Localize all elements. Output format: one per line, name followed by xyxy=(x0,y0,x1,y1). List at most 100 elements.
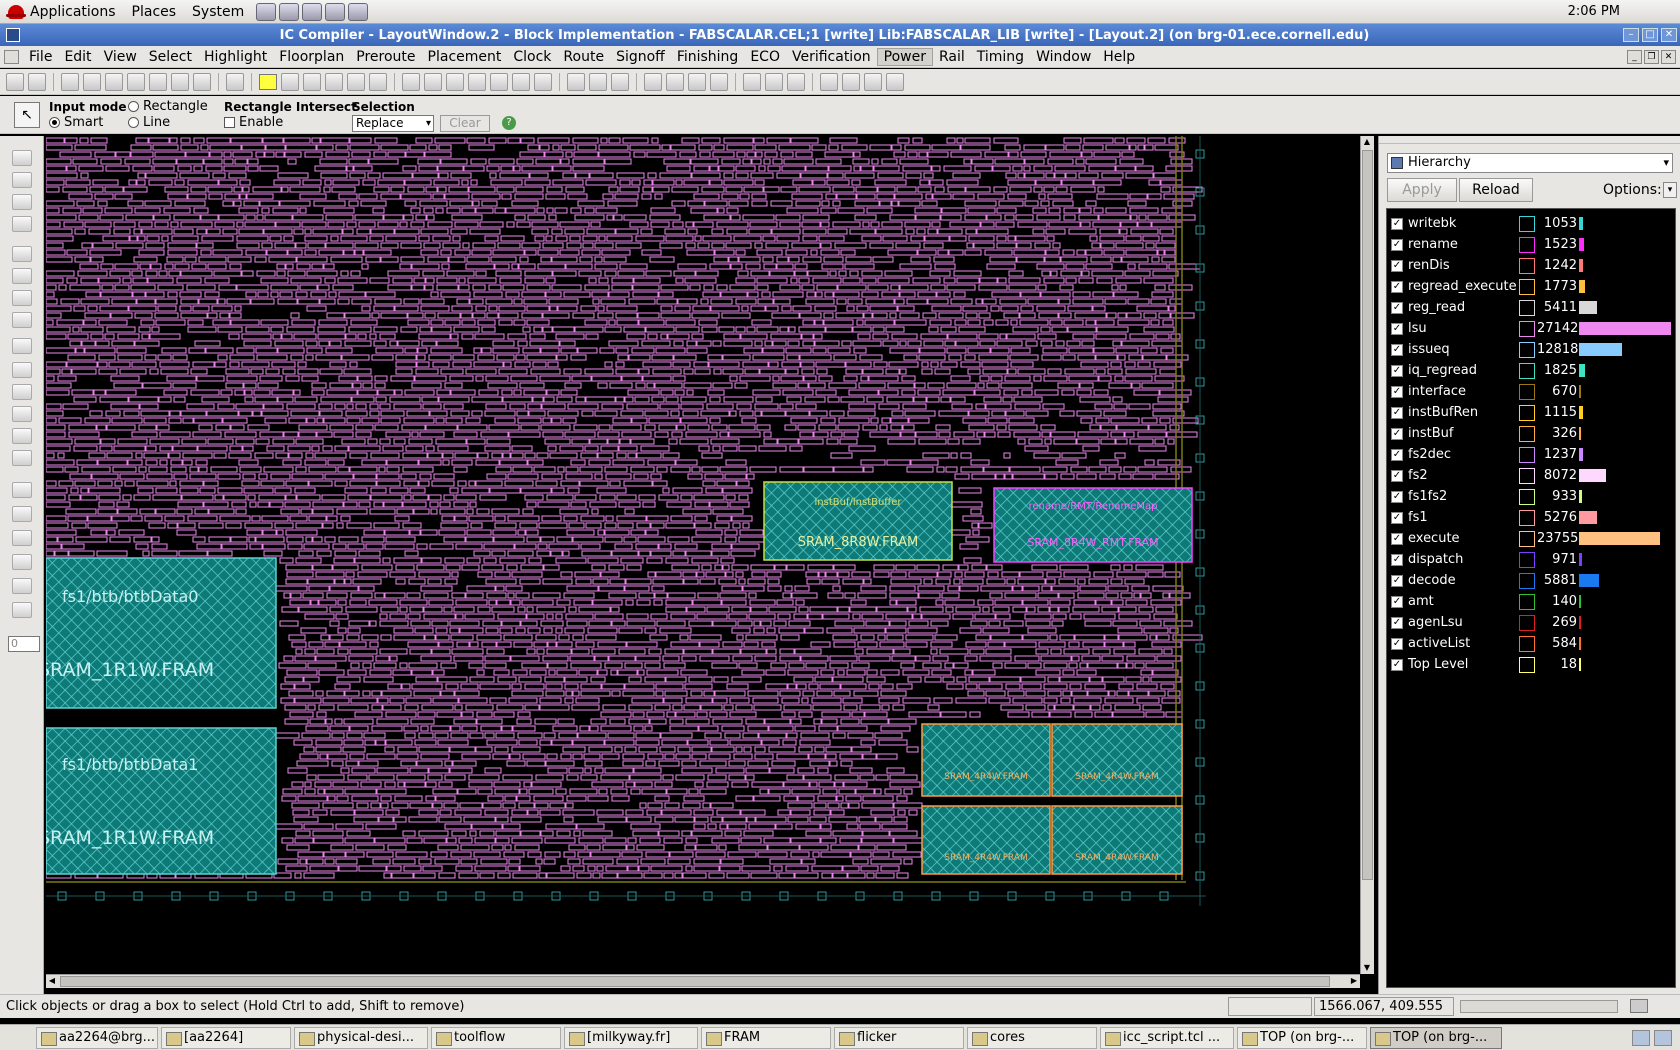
row-checkbox[interactable]: ✓ xyxy=(1391,343,1403,356)
zoom-box-icon[interactable] xyxy=(512,72,530,91)
row-checkbox[interactable]: ✓ xyxy=(1391,574,1403,587)
tool-copy-icon[interactable] xyxy=(12,216,32,232)
hierarchy-row[interactable]: ✓ fs1fs2 933 xyxy=(1387,486,1677,507)
smart-radio[interactable]: Smart xyxy=(49,115,103,130)
tool-align-icon[interactable] xyxy=(12,362,32,378)
row-checkbox[interactable]: ✓ xyxy=(1391,301,1403,314)
row-color-swatch[interactable] xyxy=(1519,425,1535,442)
horizontal-scroll-thumb[interactable] xyxy=(60,976,1330,987)
grid-icon[interactable] xyxy=(688,72,706,91)
zoom-2x-icon[interactable] xyxy=(424,72,442,91)
task-cores[interactable]: cores xyxy=(967,1026,1097,1049)
row-checkbox[interactable]: ✓ xyxy=(1391,238,1403,251)
task-home-folder[interactable]: [aa2264] xyxy=(161,1026,291,1049)
tool-array-icon[interactable] xyxy=(12,450,32,466)
window-menu-icon[interactable] xyxy=(4,49,19,64)
row-color-swatch[interactable] xyxy=(1519,404,1535,421)
task-icc-script[interactable]: icc_script.tcl ... xyxy=(1100,1026,1234,1049)
menu-select[interactable]: Select xyxy=(143,49,198,65)
row-checkbox[interactable]: ✓ xyxy=(1391,427,1403,440)
select-arrow-icon[interactable] xyxy=(61,72,79,91)
hierarchy-row[interactable]: ✓ rename 1523 xyxy=(1387,234,1677,255)
menu-placement[interactable]: Placement xyxy=(422,49,508,65)
menu-verification[interactable]: Verification xyxy=(786,49,877,65)
hierarchy-row[interactable]: ✓ Top Level 18 xyxy=(1387,654,1677,675)
row-checkbox[interactable]: ✓ xyxy=(1391,490,1403,503)
hierarchy-row[interactable]: ✓ activeList 584 xyxy=(1387,633,1677,654)
menu-floorplan[interactable]: Floorplan xyxy=(273,49,350,65)
menu-edit[interactable]: Edit xyxy=(58,49,97,65)
scroll-up-arrow[interactable]: ▲ xyxy=(1361,136,1373,148)
clock[interactable]: 2:06 PM xyxy=(1568,4,1680,19)
highlight-color-icon[interactable] xyxy=(259,73,277,90)
row-color-swatch[interactable] xyxy=(1519,530,1535,547)
hierarchy-row[interactable]: ✓ iq_regread 1825 xyxy=(1387,360,1677,381)
menu-timing[interactable]: Timing xyxy=(971,49,1030,65)
row-checkbox[interactable]: ✓ xyxy=(1391,385,1403,398)
map-icon[interactable] xyxy=(710,72,728,91)
row-color-swatch[interactable] xyxy=(1519,551,1535,568)
visibility-icon[interactable] xyxy=(644,72,662,91)
vertical-scrollbar[interactable]: ▲ ▼ xyxy=(1360,136,1374,974)
nav-back-icon[interactable] xyxy=(567,72,585,91)
tool-net-icon[interactable] xyxy=(12,554,32,570)
row-checkbox[interactable]: ✓ xyxy=(1391,406,1403,419)
menu-help[interactable]: Help xyxy=(1097,49,1141,65)
row-checkbox[interactable]: ✓ xyxy=(1391,217,1403,230)
tool-palette-icon[interactable] xyxy=(12,338,32,354)
menu-signoff[interactable]: Signoff xyxy=(610,49,671,65)
hierarchy-row[interactable]: ✓ fs1 5276 xyxy=(1387,507,1677,528)
hierarchy-row[interactable]: ✓ dispatch 971 xyxy=(1387,549,1677,570)
pan-hand-icon[interactable] xyxy=(171,72,189,91)
task-milkyway[interactable]: [milkyway.fr] xyxy=(564,1026,698,1049)
hierarchy-row[interactable]: ✓ fs2 8072 xyxy=(1387,465,1677,486)
horizontal-scrollbar[interactable]: ◀ ▶ xyxy=(46,974,1360,988)
row-checkbox[interactable]: ✓ xyxy=(1391,364,1403,377)
undo-icon[interactable] xyxy=(820,72,838,91)
clear-rulers-icon[interactable] xyxy=(226,72,244,91)
hierarchy-row[interactable]: ✓ renDis 1242 xyxy=(1387,255,1677,276)
row-color-swatch[interactable] xyxy=(1519,572,1535,589)
hierarchy-row[interactable]: ✓ interface 670 xyxy=(1387,381,1677,402)
row-color-swatch[interactable] xyxy=(1519,215,1535,232)
tool-route-icon[interactable] xyxy=(12,530,32,546)
row-color-swatch[interactable] xyxy=(1519,509,1535,526)
mail-icon[interactable] xyxy=(325,2,346,21)
select-tool-icon[interactable]: ↖ xyxy=(14,102,40,128)
clear-highlight-icon[interactable] xyxy=(303,72,321,91)
help-icon[interactable]: ? xyxy=(502,116,516,130)
row-color-swatch[interactable] xyxy=(1519,446,1535,463)
scroll-down-arrow[interactable]: ▼ xyxy=(1361,962,1373,974)
row-checkbox[interactable]: ✓ xyxy=(1391,259,1403,272)
stop-icon[interactable] xyxy=(886,72,904,91)
app-icon[interactable] xyxy=(6,28,20,42)
command-log-icon[interactable] xyxy=(864,72,882,91)
places-menu[interactable]: Places xyxy=(124,4,185,20)
hierarchy-row[interactable]: ✓ regread_execute 1773 xyxy=(1387,276,1677,297)
tool-select-icon[interactable] xyxy=(12,194,32,210)
zoom-prev-icon[interactable] xyxy=(468,72,486,91)
row-checkbox[interactable]: ✓ xyxy=(1391,532,1403,545)
task-flicker[interactable]: flicker xyxy=(834,1026,964,1049)
line-radio[interactable]: Line xyxy=(128,115,170,130)
mdi-close-button[interactable]: ✕ xyxy=(1661,49,1676,64)
menu-power[interactable]: Power xyxy=(876,47,933,66)
panel-grip[interactable] xyxy=(1379,136,1680,144)
tool-layer2-icon[interactable] xyxy=(12,172,32,188)
tool-spread-icon[interactable] xyxy=(12,406,32,422)
row-color-swatch[interactable] xyxy=(1519,635,1535,652)
tool-rotate-icon[interactable] xyxy=(12,602,32,618)
tool-copy2-icon[interactable] xyxy=(12,578,32,594)
hierarchy-view-select[interactable]: Hierarchy xyxy=(1387,153,1673,173)
system-menu[interactable]: System xyxy=(184,4,252,20)
row-color-swatch[interactable] xyxy=(1519,236,1535,253)
tool-paste-icon[interactable] xyxy=(12,246,32,262)
move-top-icon[interactable] xyxy=(787,72,805,91)
highlight-tool-icon[interactable] xyxy=(281,72,299,91)
menu-file[interactable]: File xyxy=(23,49,58,65)
task-top-1[interactable]: TOP (on brg-... xyxy=(1237,1026,1367,1049)
apply-button[interactable]: Apply xyxy=(1387,178,1457,202)
mdi-restore-button[interactable]: ❐ xyxy=(1644,49,1659,64)
hierarchy-row[interactable]: ✓ writebk 1053 xyxy=(1387,213,1677,234)
task-fram[interactable]: FRAM xyxy=(701,1026,831,1049)
